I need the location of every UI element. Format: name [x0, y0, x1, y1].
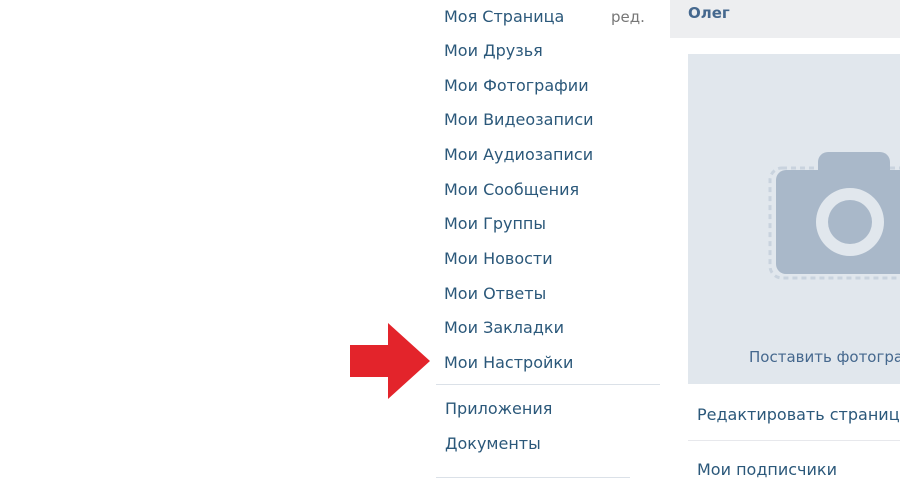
sidebar-item-groups[interactable]: Мои Группы	[444, 209, 546, 239]
sidebar-item-audios[interactable]: Мои Аудиозаписи	[444, 140, 593, 170]
profile-photo-placeholder[interactable]: Поставить фотографию	[688, 54, 900, 384]
sidebar-item-friends[interactable]: Мои Друзья	[444, 36, 543, 66]
edit-page-button[interactable]: Редактировать страницу	[697, 400, 900, 430]
edit-link[interactable]: ред.	[611, 2, 645, 32]
sidebar-item-bookmarks[interactable]: Мои Закладки	[444, 313, 564, 343]
followers-link[interactable]: Мои подписчики	[697, 455, 837, 485]
sidebar-item-settings[interactable]: Мои Настройки	[444, 348, 573, 378]
sidebar-item-news[interactable]: Мои Новости	[444, 244, 553, 274]
camera-icon	[768, 152, 900, 280]
set-photo-link[interactable]: Поставить фотографию	[749, 348, 900, 366]
sidebar-divider-bottom	[436, 477, 630, 478]
sidebar-item-my-page[interactable]: Моя Страница	[444, 2, 564, 32]
sidebar-item-messages[interactable]: Мои Сообщения	[444, 175, 579, 205]
sidebar-divider	[436, 384, 660, 385]
page: Моя Страница ред. Мои Друзья Мои Фотогра…	[0, 0, 900, 500]
profile-separator	[688, 440, 900, 441]
sidebar-menu: Моя Страница ред. Мои Друзья Мои Фотогра…	[436, 0, 660, 500]
profile-header: Олег	[670, 0, 900, 36]
profile-column: Олег Поставить фотографию Редактировать …	[670, 0, 900, 500]
sidebar-item-answers[interactable]: Мои Ответы	[444, 279, 546, 309]
sidebar-item-videos[interactable]: Мои Видеозаписи	[444, 105, 594, 135]
profile-name: Олег	[688, 4, 730, 22]
sidebar-item-apps[interactable]: Приложения	[445, 394, 552, 424]
sidebar-item-photos[interactable]: Мои Фотографии	[444, 71, 589, 101]
red-arrow-icon	[350, 323, 430, 399]
profile-card: Поставить фотографию Редактировать стран…	[670, 38, 900, 500]
sidebar-item-documents[interactable]: Документы	[445, 429, 541, 459]
